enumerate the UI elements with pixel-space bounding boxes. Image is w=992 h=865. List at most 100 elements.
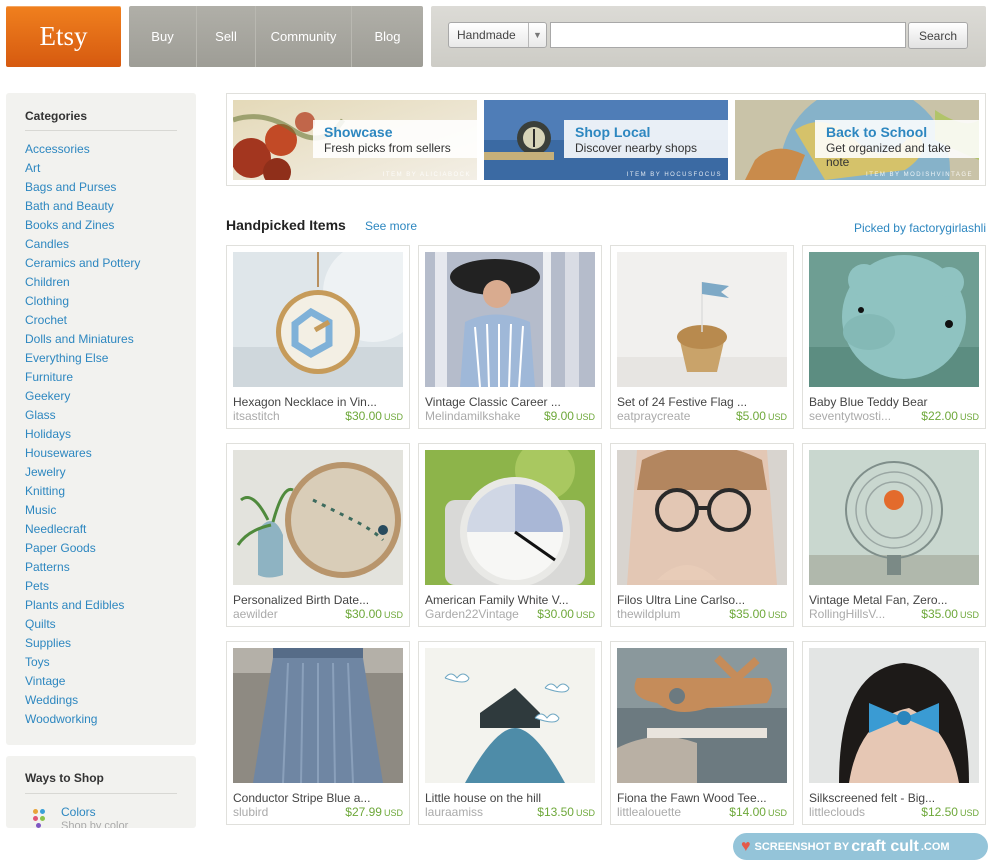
product-card[interactable]: Conductor Stripe Blue a... slubird $27.99 U… — [226, 641, 410, 825]
product-title[interactable]: Silkscreened felt - Big... — [809, 791, 981, 805]
product-card[interactable]: Little house on the hill lauraamiss $13.50… — [418, 641, 602, 825]
category-link[interactable]: Dolls and Miniatures — [25, 332, 140, 351]
category-link[interactable]: Vintage — [25, 674, 140, 693]
product-seller[interactable]: aewilder — [233, 607, 278, 621]
product-title[interactable]: Set of 24 Festive Flag ... — [617, 395, 789, 409]
product-title[interactable]: Filos Ultra Line Carlso... — [617, 593, 789, 607]
product-seller[interactable]: itsastitch — [233, 409, 280, 423]
product-title[interactable]: Fiona the Fawn Wood Tee... — [617, 791, 789, 805]
category-link[interactable]: Patterns — [25, 560, 140, 579]
category-link[interactable]: Everything Else — [25, 351, 140, 370]
product-card[interactable]: Silkscreened felt - Big... littleclouds $1… — [802, 641, 986, 825]
product-card[interactable]: Baby Blue Teddy Bear seventytwosti... $22.… — [802, 245, 986, 429]
product-card[interactable]: Vintage Classic Career ... Melindamilksha… — [418, 245, 602, 429]
price-currency: USD — [959, 808, 979, 818]
product-price: $27.99 USD — [345, 805, 403, 819]
category-link[interactable]: Jewelry — [25, 465, 140, 484]
product-seller[interactable]: littleclouds — [809, 805, 865, 819]
search-button[interactable]: Search — [908, 22, 968, 49]
product-image[interactable] — [617, 252, 787, 387]
product-title[interactable]: Hexagon Necklace in Vin... — [233, 395, 405, 409]
product-card[interactable]: Filos Ultra Line Carlso... thewildplum $35… — [610, 443, 794, 627]
category-link[interactable]: Accessories — [25, 142, 140, 161]
product-title[interactable]: American Family White V... — [425, 593, 597, 607]
category-link[interactable]: Ceramics and Pottery — [25, 256, 140, 275]
product-seller[interactable]: RollingHillsV... — [809, 607, 885, 621]
search-scope-select[interactable]: Handmade ▼ — [448, 22, 547, 48]
category-link[interactable]: Supplies — [25, 636, 140, 655]
category-link[interactable]: Paper Goods — [25, 541, 140, 560]
categories-title: Categories — [25, 109, 88, 123]
product-title[interactable]: Conductor Stripe Blue a... — [233, 791, 405, 805]
category-link[interactable]: Toys — [25, 655, 140, 674]
category-link[interactable]: Children — [25, 275, 140, 294]
product-seller[interactable]: Garden22Vintage — [425, 607, 519, 621]
chevron-down-icon[interactable]: ▼ — [528, 23, 546, 47]
category-link[interactable]: Music — [25, 503, 140, 522]
product-image[interactable] — [425, 648, 595, 783]
product-image[interactable] — [809, 252, 979, 387]
product-image[interactable] — [233, 648, 403, 783]
category-link[interactable]: Candles — [25, 237, 140, 256]
product-image[interactable] — [233, 252, 403, 387]
see-more-link[interactable]: See more — [365, 219, 417, 233]
product-image[interactable] — [425, 252, 595, 387]
product-image[interactable] — [617, 450, 787, 585]
colors-link[interactable]: Colors — [61, 805, 96, 819]
product-image[interactable] — [809, 450, 979, 585]
product-seller[interactable]: eatpraycreate — [617, 409, 690, 423]
nav-blog[interactable]: Blog — [352, 6, 423, 67]
search-input[interactable] — [550, 22, 906, 48]
banner-showcase[interactable]: Showcase Fresh picks from sellers ITEM B… — [233, 100, 477, 180]
banner-credit: ITEM BY MODISHVINTAGE — [866, 172, 973, 178]
product-image[interactable] — [233, 450, 403, 585]
category-link[interactable]: Holidays — [25, 427, 140, 446]
product-card[interactable]: Fiona the Fawn Wood Tee... littlealouette… — [610, 641, 794, 825]
price-currency: USD — [767, 610, 787, 620]
product-seller[interactable]: thewildplum — [617, 607, 680, 621]
product-card[interactable]: Personalized Birth Date... aewilder $30.00… — [226, 443, 410, 627]
product-image[interactable] — [425, 450, 595, 585]
product-seller[interactable]: Melindamilkshake — [425, 409, 520, 423]
nav-sell[interactable]: Sell — [197, 6, 256, 67]
category-link[interactable]: Bath and Beauty — [25, 199, 140, 218]
product-seller[interactable]: lauraamiss — [425, 805, 483, 819]
product-image[interactable] — [617, 648, 787, 783]
category-link[interactable]: Quilts — [25, 617, 140, 636]
product-image[interactable] — [809, 648, 979, 783]
category-link[interactable]: Bags and Purses — [25, 180, 140, 199]
category-link[interactable]: Books and Zines — [25, 218, 140, 237]
category-link[interactable]: Clothing — [25, 294, 140, 313]
nav-buy[interactable]: Buy — [129, 6, 197, 67]
category-link[interactable]: Weddings — [25, 693, 140, 712]
category-link[interactable]: Knitting — [25, 484, 140, 503]
category-link[interactable]: Geekery — [25, 389, 140, 408]
nav-community[interactable]: Community — [256, 6, 352, 67]
picked-by-link[interactable]: Picked by factorygirlashli — [854, 221, 986, 235]
banner-back-to-school[interactable]: Back to School Get organized and take no… — [735, 100, 979, 180]
product-title[interactable]: Little house on the hill — [425, 791, 597, 805]
category-link[interactable]: Plants and Edibles — [25, 598, 140, 617]
product-card[interactable]: Vintage Metal Fan, Zero... RollingHillsV.… — [802, 443, 986, 627]
category-link[interactable]: Housewares — [25, 446, 140, 465]
category-link[interactable]: Crochet — [25, 313, 140, 332]
etsy-logo[interactable]: Etsy — [6, 6, 121, 67]
product-title[interactable]: Personalized Birth Date... — [233, 593, 405, 607]
category-link[interactable]: Woodworking — [25, 712, 140, 731]
product-seller[interactable]: littlealouette — [617, 805, 681, 819]
product-seller[interactable]: slubird — [233, 805, 268, 819]
product-title[interactable]: Baby Blue Teddy Bear — [809, 395, 981, 409]
product-card[interactable]: Hexagon Necklace in Vin... itsastitch $30.… — [226, 245, 410, 429]
category-link[interactable]: Needlecraft — [25, 522, 140, 541]
price-amount: $30.00 — [537, 607, 574, 621]
category-link[interactable]: Glass — [25, 408, 140, 427]
product-card[interactable]: Set of 24 Festive Flag ... eatpraycreate $… — [610, 245, 794, 429]
product-title[interactable]: Vintage Metal Fan, Zero... — [809, 593, 981, 607]
product-title[interactable]: Vintage Classic Career ... — [425, 395, 597, 409]
product-card[interactable]: American Family White V... Garden22Vintag… — [418, 443, 602, 627]
category-link[interactable]: Art — [25, 161, 140, 180]
category-link[interactable]: Furniture — [25, 370, 140, 389]
banner-shop-local[interactable]: Shop Local Discover nearby shops ITEM BY… — [484, 100, 728, 180]
category-link[interactable]: Pets — [25, 579, 140, 598]
product-seller[interactable]: seventytwosti... — [809, 409, 891, 423]
